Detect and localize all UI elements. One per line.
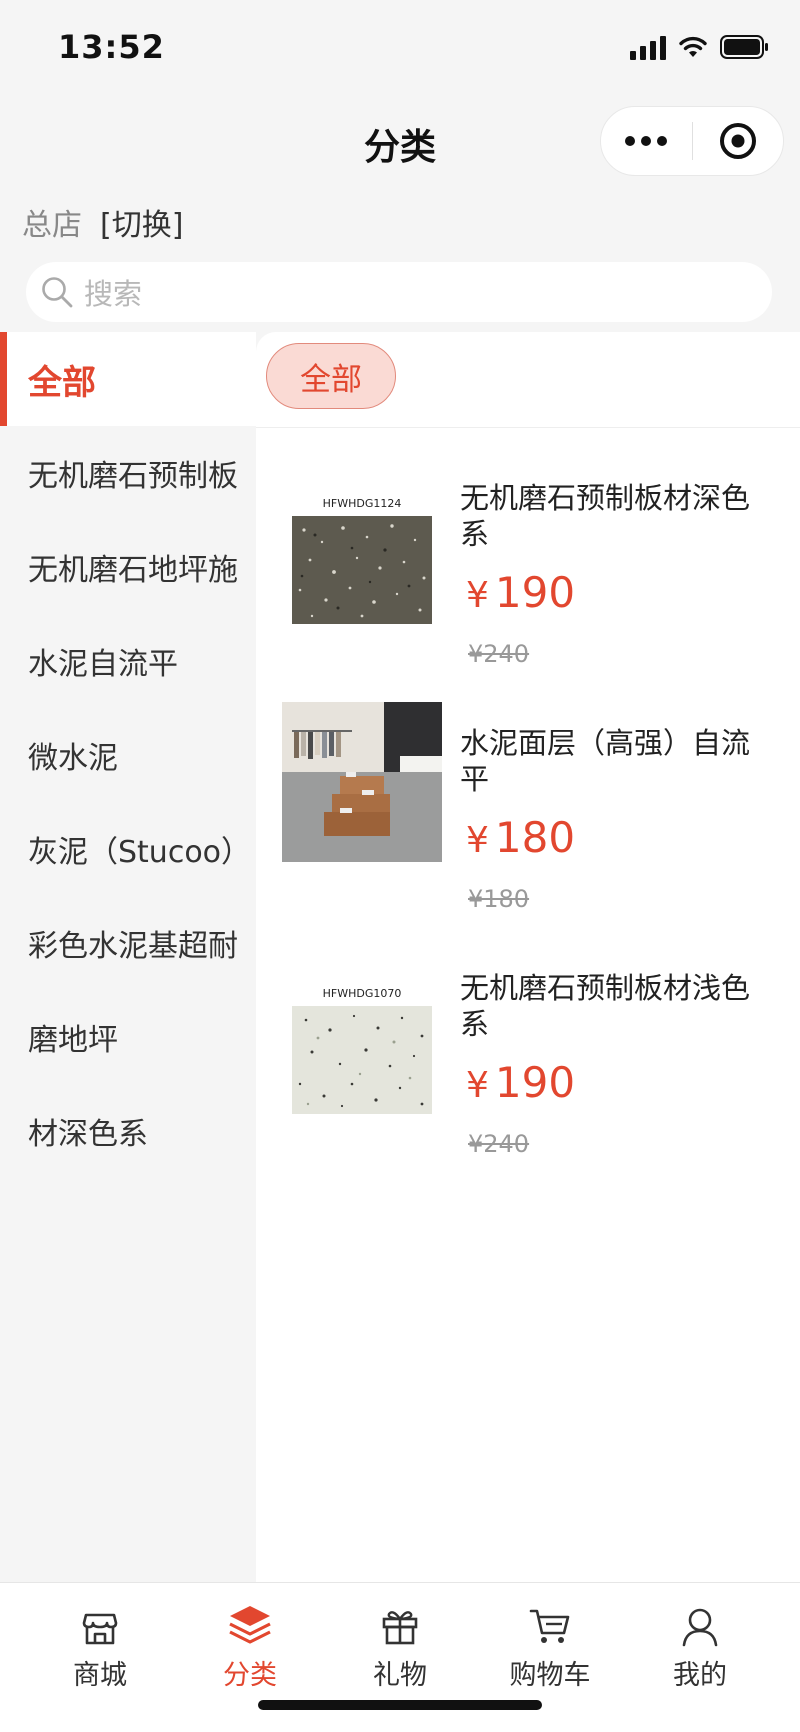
search-placeholder: 搜索 <box>84 277 143 311</box>
sidebar-item-terrazzo-floor[interactable]: 无机磨石地坪施 <box>0 520 256 614</box>
sidebar-item-all[interactable]: 全部 <box>0 332 256 426</box>
price-symbol: ¥ <box>466 1065 489 1106</box>
tab-label: 我的 <box>673 1660 727 1691</box>
tab-label: 商城 <box>73 1660 127 1691</box>
tab-category[interactable]: 分类 <box>170 1597 330 1697</box>
sidebar-item-dark-series[interactable]: 材深色系 <box>0 1084 256 1178</box>
price-value: 180 <box>494 813 576 862</box>
filter-bar: 全部 <box>256 332 800 428</box>
category-sidebar: 全部 无机磨石预制板 无机磨石地坪施 水泥自流平 微水泥 灰泥（Stucoo） … <box>0 332 256 1582</box>
more-icon[interactable] <box>601 136 692 146</box>
product-image-dark-terrazzo[interactable]: HFWHDG1124 <box>282 490 442 650</box>
store-name: 总店 <box>22 208 82 243</box>
product-original-price: ¥240 <box>468 640 530 668</box>
sidebar-item-terrazzo-panel[interactable]: 无机磨石预制板 <box>0 426 256 520</box>
cart-icon <box>470 1597 630 1647</box>
tab-label: 购物车 <box>509 1660 591 1691</box>
price-symbol: ¥ <box>466 820 489 861</box>
close-icon[interactable] <box>693 121 784 161</box>
mini-program-capsule <box>600 106 784 176</box>
status-icons <box>630 34 770 60</box>
product-card[interactable]: HFWHDG1124 无机磨石预制板材深色系 ¥190 ¥240 <box>256 480 800 700</box>
sidebar-item-color-cement[interactable]: 彩色水泥基超耐 <box>0 896 256 990</box>
search-input[interactable]: 搜索 <box>26 262 772 322</box>
product-original-price: ¥180 <box>468 885 530 913</box>
sidebar-item-stucco[interactable]: 灰泥（Stucoo） <box>0 802 256 896</box>
product-name[interactable]: 水泥面层（高强）自流平 <box>460 725 760 797</box>
sidebar-item-self-leveling[interactable]: 水泥自流平 <box>0 614 256 708</box>
product-panel: 全部 HFWHDG1124 无机磨石预制板材深色系 ¥ 190 ¥240 水泥面… <box>256 332 800 1582</box>
product-image-store-interior[interactable] <box>282 702 442 862</box>
sidebar-item-micro-cement[interactable]: 微水泥 <box>0 708 256 802</box>
search-icon <box>42 277 73 308</box>
sidebar-item-wear-floor[interactable]: 磨地坪 <box>0 990 256 1084</box>
status-time: 13:52 <box>58 28 165 66</box>
user-icon <box>620 1597 780 1647</box>
product-name[interactable]: 无机磨石预制板材浅色系 <box>460 970 760 1042</box>
tab-profile[interactable]: 我的 <box>620 1597 780 1697</box>
tab-gift[interactable]: 礼物 <box>320 1597 480 1697</box>
product-price: ¥190 <box>466 568 575 617</box>
product-price: ¥190 <box>466 1058 575 1107</box>
signal-icon <box>630 34 666 60</box>
price-value: 190 <box>494 568 576 617</box>
wifi-icon <box>678 35 708 59</box>
product-card[interactable]: 水泥面层（高强）自流平 ¥180 ¥180 <box>256 702 800 945</box>
tab-cart[interactable]: 购物车 <box>470 1597 630 1697</box>
store-switch-link[interactable]: [切换] <box>100 208 183 243</box>
status-bar: 13:52 <box>0 0 800 100</box>
store-selector: 总店 [切换] <box>22 200 183 244</box>
thumb-code: HFWHDG1070 <box>323 987 402 1000</box>
product-price: ¥180 <box>466 813 575 862</box>
battery-icon <box>720 34 770 60</box>
home-indicator <box>258 1700 542 1710</box>
filter-chip-all[interactable]: 全部 <box>266 343 396 409</box>
price-value: 190 <box>494 1058 576 1107</box>
product-card[interactable]: HFWHDG1070 无机磨石预制板材浅色系 ¥190 ¥240 <box>256 970 800 1190</box>
product-name[interactable]: 无机磨石预制板材深色系 <box>460 480 760 552</box>
product-image-light-terrazzo[interactable]: HFWHDG1070 <box>282 980 442 1140</box>
price-symbol: ¥ <box>466 575 489 616</box>
tab-label: 礼物 <box>373 1660 427 1691</box>
shop-icon <box>20 1597 180 1647</box>
tab-label: 分类 <box>223 1660 277 1691</box>
layers-icon <box>170 1597 330 1647</box>
gift-icon <box>320 1597 480 1647</box>
tab-shop[interactable]: 商城 <box>20 1597 180 1697</box>
thumb-code: HFWHDG1124 <box>323 497 402 510</box>
nav-bar: 分类 <box>0 100 800 188</box>
product-original-price: ¥240 <box>468 1130 530 1158</box>
